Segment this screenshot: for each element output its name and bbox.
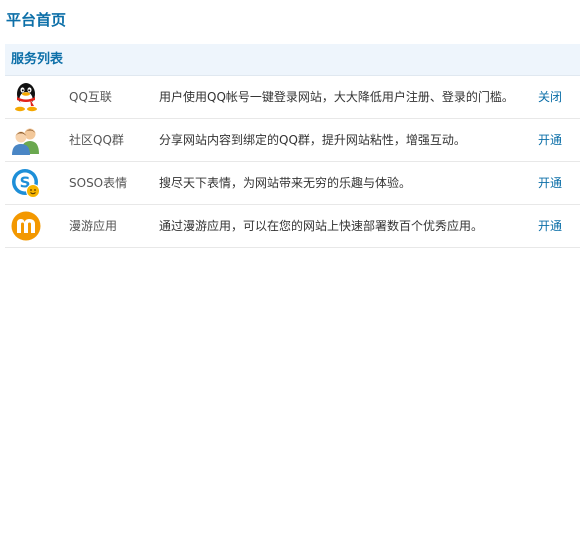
service-name: 社区QQ群	[69, 133, 124, 147]
service-row-manyou-app: 漫游应用 通过漫游应用，可以在您的网站上快速部署数百个优秀应用。 开通	[5, 205, 580, 248]
service-description: 用户使用QQ帐号一键登录网站，大大降低用户注册、登录的门槛。	[159, 90, 514, 104]
page: 平台首页 服务列表 QQ互联 用户使用QQ帐号一键登录网站，大大降低用户注册、登…	[0, 0, 580, 544]
close-service-link[interactable]: 关闭	[538, 76, 562, 118]
service-description: 通过漫游应用，可以在您的网站上快速部署数百个优秀应用。	[159, 219, 484, 233]
open-service-link[interactable]: 开通	[538, 162, 562, 204]
open-service-link[interactable]: 开通	[538, 205, 562, 247]
service-row-qq-group: 社区QQ群 分享网站内容到绑定的QQ群，提升网站粘性，增强互动。 开通	[5, 119, 580, 162]
soso-emoticon-icon: S	[10, 167, 42, 199]
service-name: SOSO表情	[69, 176, 128, 190]
service-description: 分享网站内容到绑定的QQ群，提升网站粘性，增强互动。	[159, 133, 466, 147]
service-row-soso-emoticon: S SOSO表情 搜尽天下表情，为网站带来无穷的乐趣与体验。 开通	[5, 162, 580, 205]
service-row-qq-connect: QQ互联 用户使用QQ帐号一键登录网站，大大降低用户注册、登录的门槛。 关闭	[5, 76, 580, 119]
service-name: QQ互联	[69, 90, 112, 104]
service-description: 搜尽天下表情，为网站带来无穷的乐趣与体验。	[159, 176, 412, 190]
manyou-app-icon	[10, 210, 42, 242]
service-list-header: 服务列表	[5, 44, 580, 76]
open-service-link[interactable]: 开通	[538, 119, 562, 161]
service-name: 漫游应用	[69, 219, 118, 233]
service-list-panel: 服务列表 QQ互联 用户使用QQ帐号一键登录网站，大大降低用户注册、登录的门槛。…	[5, 44, 580, 248]
qq-group-icon	[10, 124, 42, 156]
page-title: 平台首页	[6, 11, 67, 29]
qq-penguin-icon	[10, 81, 42, 113]
